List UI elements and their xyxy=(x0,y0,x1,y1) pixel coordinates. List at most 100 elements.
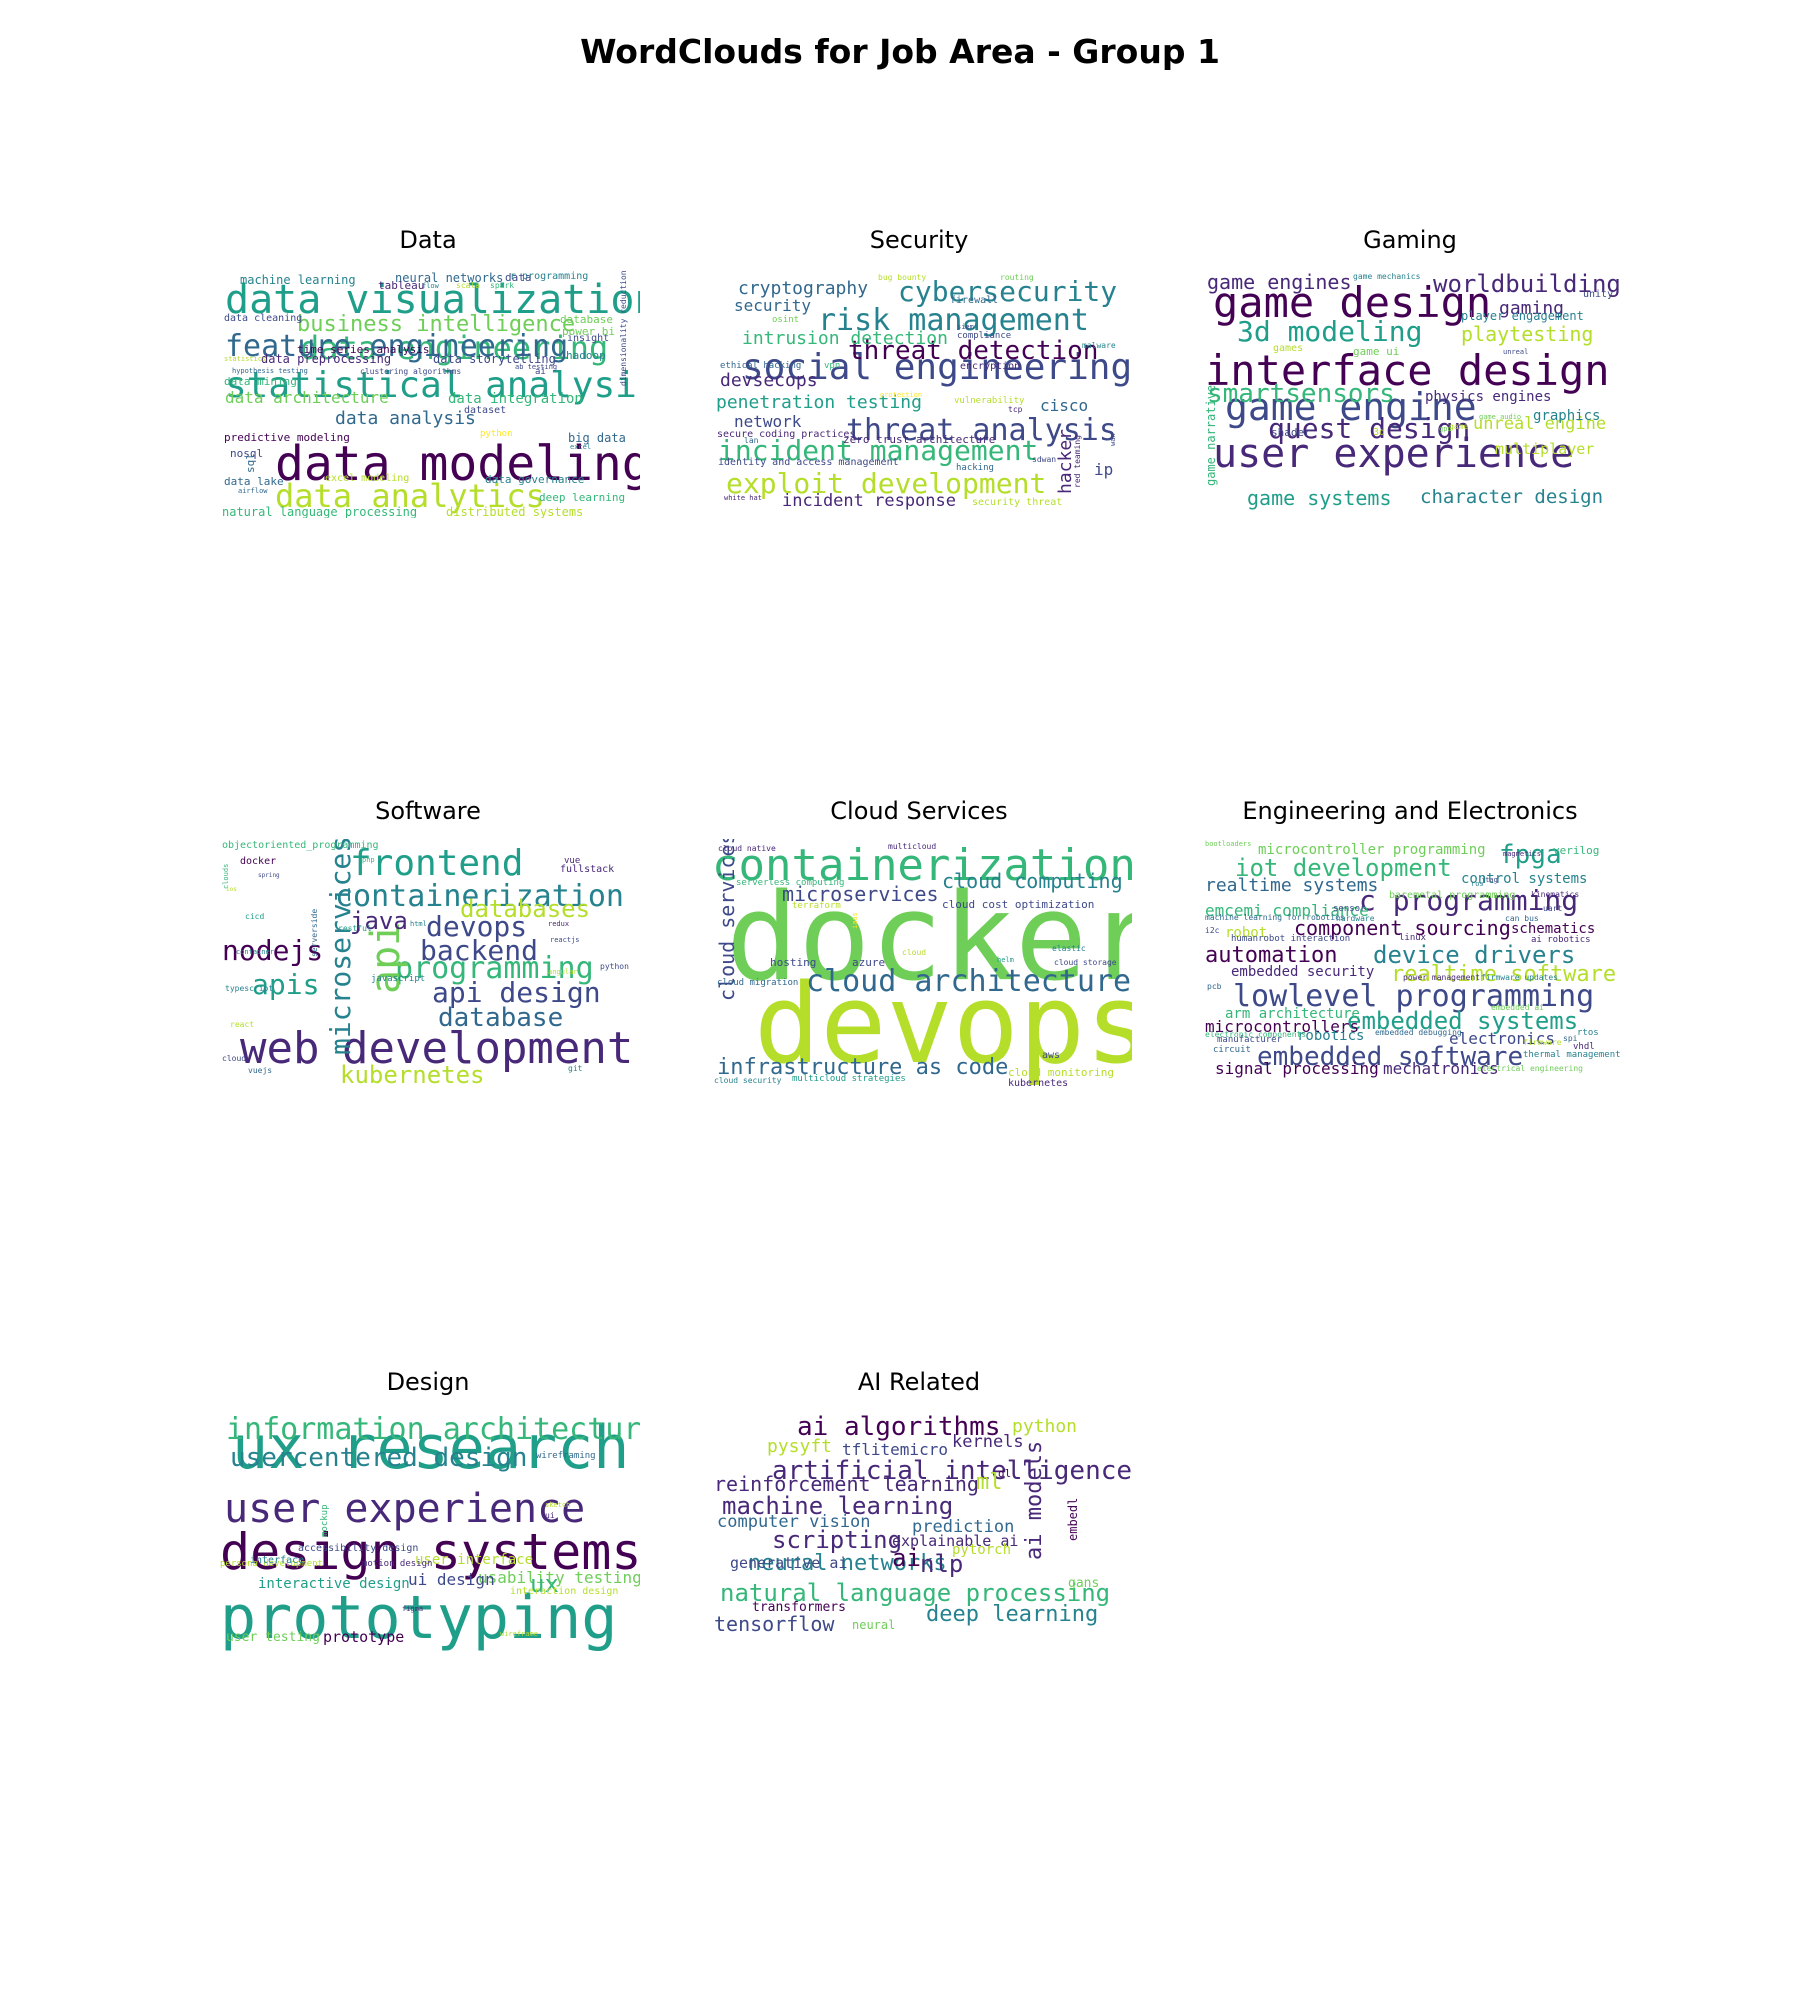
wordcloud-word: arm architecture xyxy=(1225,1006,1360,1022)
wordcloud-word: microservices xyxy=(324,839,357,1055)
wordcloud-word: game systems xyxy=(1247,486,1392,510)
wordcloud-word: osint xyxy=(772,315,800,325)
wordcloud-word: excel xyxy=(570,443,592,451)
wordcloud-word: character design xyxy=(1420,486,1604,508)
wordcloud-word: graphics xyxy=(1533,408,1601,424)
panel-title-cloud-services: Cloud Services xyxy=(830,797,1008,825)
wordcloud-word: uart xyxy=(1543,904,1563,913)
wordcloud-word: figma xyxy=(402,1605,424,1613)
wordcloud-word: tflitemicro xyxy=(842,1440,948,1459)
wordcloud-word: database xyxy=(438,1003,564,1033)
wordcloud-word: hosting xyxy=(770,956,817,969)
wordcloud-word: python xyxy=(480,429,513,439)
wordcloud-word: signal processing xyxy=(1215,1059,1379,1078)
wordcloud-word: user testing xyxy=(226,1630,320,1645)
wordcloud-word: game audio xyxy=(1479,413,1522,421)
wordcloud-word: identity and access management xyxy=(718,457,899,468)
wordcloud-word: cloud native xyxy=(718,844,776,853)
wordcloud-word: javascript xyxy=(371,974,426,984)
wordcloud-word: multiplayer xyxy=(1495,440,1595,458)
wordcloud-word: spark xyxy=(490,281,515,290)
panel-title-data: Data xyxy=(399,226,457,254)
panel-title-engineering-electronics: Engineering and Electronics xyxy=(1242,797,1578,825)
wordcloud-word: kubernetes xyxy=(340,1061,485,1089)
wordcloud-word: vuejs xyxy=(248,1066,273,1075)
wordcloud-word: fullstack xyxy=(560,864,615,875)
wordcloud-data: data modeling data visualization statistic… xyxy=(220,268,640,518)
wordcloud-word: secure coding practices xyxy=(717,429,856,440)
wordcloud-word: manufacturer xyxy=(1217,1035,1283,1045)
wordcloud-word: dl xyxy=(998,1467,1012,1480)
wordcloud-word: unity xyxy=(1583,289,1614,300)
wordcloud-word: schematics xyxy=(1511,921,1596,937)
wordcloud-word: ui design xyxy=(408,1570,495,1589)
wordcloud-word: terraform xyxy=(792,901,841,911)
wordcloud-word: cloud storage xyxy=(1054,958,1117,967)
wordcloud-word: flow xyxy=(422,282,439,290)
wordcloud-word: react xyxy=(230,1020,255,1029)
wordcloud-word: hadoop xyxy=(566,349,606,362)
wordcloud-word: routing xyxy=(1000,273,1034,282)
wordcloud-word: tableau xyxy=(378,279,425,292)
wordcloud-word: multicloud xyxy=(888,842,937,851)
wordcloud-word: power management xyxy=(1403,973,1481,982)
wordcloud-word: reinforcement learning xyxy=(714,1472,979,1496)
wordcloud-word: scala xyxy=(456,281,481,290)
wordcloud-word: embedded security xyxy=(1231,964,1375,980)
wordcloud-word: power bi xyxy=(562,325,615,338)
wordcloud-word: databases xyxy=(460,895,591,923)
wordcloud-word: computer vision xyxy=(717,1512,871,1532)
wordcloud-word: wireframe xyxy=(500,1630,538,1638)
wordcloud-word: serverside xyxy=(310,908,319,957)
wordcloud-word: gans xyxy=(1068,1576,1100,1591)
wordcloud-design: ux research prototyping design systems user… xyxy=(220,1410,640,1660)
wordcloud-word: html xyxy=(410,920,427,928)
wordcloud-word: airflow xyxy=(238,487,268,495)
wordcloud-word: microcontroller programming xyxy=(1258,842,1486,858)
wordcloud-word: container xyxy=(236,948,274,956)
wordcloud-word: malware xyxy=(1082,341,1116,350)
wordcloud-word: frontend xyxy=(350,843,524,884)
wordcloud-word: pytorch xyxy=(952,1542,1012,1558)
wordcloud-word: usercentered design xyxy=(230,1443,528,1473)
wordcloud-word: baremetal programming xyxy=(1389,890,1516,901)
wordcloud-word: game xyxy=(1449,422,1469,431)
wordcloud-word: cloud architecture xyxy=(806,964,1132,999)
wordcloud-word: bug bounty xyxy=(878,273,927,282)
panel-title-design: Design xyxy=(386,1368,470,1396)
wordcloud-word: pysyft xyxy=(767,1436,833,1457)
wordcloud-word: linux xyxy=(1399,933,1427,943)
wordcloud-word: circuit xyxy=(1213,1045,1251,1055)
wordcloud-word: intrusion detection xyxy=(742,328,948,349)
wordcloud-word: devsecops xyxy=(720,370,818,391)
wordcloud-word: physics engines xyxy=(1425,389,1552,405)
wordcloud-word: thermal management xyxy=(1523,1050,1621,1060)
wordcloud-word: dataset xyxy=(464,405,507,416)
wordcloud-word: data architecture xyxy=(225,388,389,407)
wordcloud-word: hardware xyxy=(1336,914,1375,923)
wordcloud-word: information architecture xyxy=(226,1412,640,1447)
wordcloud-security: social engineering threat analysis risk ma… xyxy=(712,268,1132,518)
wordcloud-word: cloud xyxy=(902,948,927,957)
wordcloud-word: prototype xyxy=(323,1628,405,1646)
wordcloud-word: tcp xyxy=(1008,405,1023,414)
wordcloud-word: natural language processing xyxy=(222,505,418,518)
wordcloud-word: interface xyxy=(250,1555,305,1566)
wordcloud-word: compliance xyxy=(957,331,1012,341)
wordcloud-word: ip xyxy=(1094,460,1114,479)
wordcloud-word: ai xyxy=(535,367,546,377)
wordcloud-word: game ui xyxy=(1353,345,1400,358)
wordcloud-word: smartsensors xyxy=(1207,379,1395,409)
wordcloud-word: sensor xyxy=(1333,904,1366,914)
wordcloud-word: zero trust architecture xyxy=(843,433,996,446)
wordcloud-word: cloud cost optimization xyxy=(942,898,1095,911)
wordcloud-word: 3d xyxy=(1373,427,1386,438)
wordcloud-word: deep learning xyxy=(926,1602,1099,1627)
wordcloud-word: lan xyxy=(744,436,759,445)
wordcloud-word: humanrobot interaction xyxy=(1231,934,1351,944)
wordcloud-word: cicd xyxy=(245,912,265,921)
wordcloud-word: tensorflow xyxy=(714,1612,835,1636)
wordcloud-word: cloud services xyxy=(715,839,739,1001)
wordcloud-word: games xyxy=(1273,343,1304,354)
wordcloud-word: data analysis xyxy=(335,408,476,429)
